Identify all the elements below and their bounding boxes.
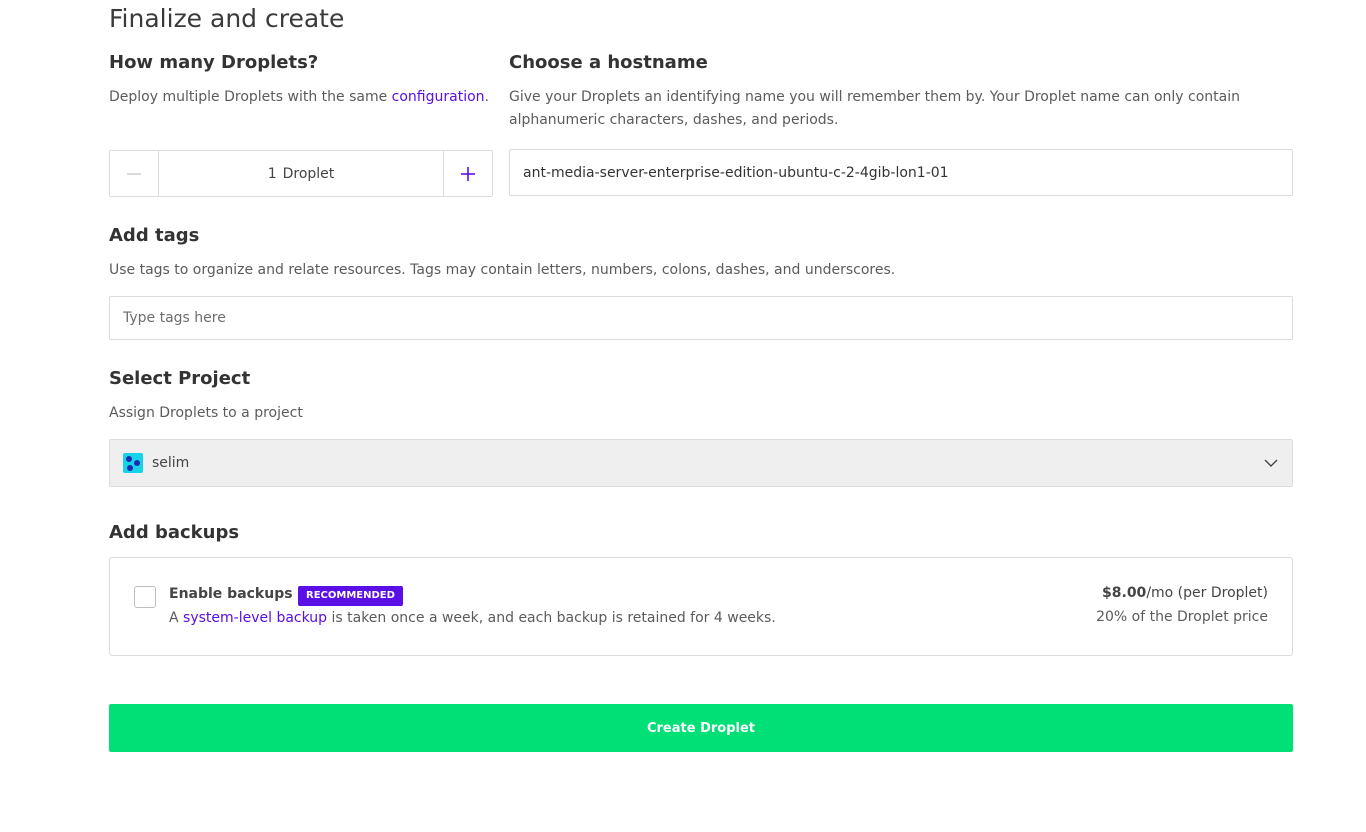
backups-desc-suffix: is taken once a week, and each backup is… xyxy=(327,610,776,626)
enable-backups-checkbox[interactable] xyxy=(134,586,156,608)
backup-price-note: 20% of the Droplet price xyxy=(1096,609,1268,625)
droplet-count-desc: Deploy multiple Droplets with the same c… xyxy=(109,86,493,109)
plus-icon xyxy=(461,166,475,181)
droplet-count-value[interactable]: 1 Droplet xyxy=(159,151,443,196)
backup-price-period: /mo (per Droplet) xyxy=(1146,585,1268,601)
increment-button[interactable] xyxy=(443,151,492,196)
system-level-backup-link[interactable]: system-level backup xyxy=(183,610,327,626)
configuration-link[interactable]: configuration xyxy=(392,89,485,105)
hostname-input[interactable] xyxy=(509,149,1293,196)
backups-title: Add backups xyxy=(109,522,240,543)
tags-desc: Use tags to organize and relate resource… xyxy=(109,262,896,278)
project-selected-value: selim xyxy=(152,455,190,471)
tags-input[interactable] xyxy=(109,296,1293,340)
recommended-badge: RECOMMENDED xyxy=(298,586,403,606)
project-icon xyxy=(123,453,143,473)
droplet-count-desc-text: Deploy multiple Droplets with the same xyxy=(109,89,392,105)
project-select[interactable]: selim xyxy=(109,439,1293,487)
enable-backups-label[interactable]: Enable backups xyxy=(169,586,293,602)
backup-price-amount: $8.00 xyxy=(1102,585,1147,601)
droplet-count-unit: Droplet xyxy=(282,165,335,182)
backups-card: Enable backups RECOMMENDED A system-leve… xyxy=(109,557,1293,656)
page-title: Finalize and create xyxy=(109,4,345,33)
project-title: Select Project xyxy=(109,368,251,389)
hostname-title: Choose a hostname xyxy=(509,52,708,73)
droplet-count-number: 1 xyxy=(267,165,277,182)
backups-desc-prefix: A xyxy=(169,610,184,626)
decrement-button[interactable] xyxy=(110,151,159,196)
backup-price: $8.00/mo (per Droplet) xyxy=(1102,585,1268,601)
tags-title: Add tags xyxy=(109,225,200,246)
droplet-count-stepper: 1 Droplet xyxy=(109,150,493,197)
chevron-down-icon xyxy=(1264,459,1278,467)
droplet-count-desc-suffix: . xyxy=(484,89,489,105)
hostname-desc: Give your Droplets an identifying name y… xyxy=(509,89,1240,128)
project-desc: Assign Droplets to a project xyxy=(109,405,303,421)
droplet-count-title: How many Droplets? xyxy=(109,52,319,73)
minus-icon xyxy=(127,172,141,175)
backups-desc: A system-level backup is taken once a we… xyxy=(169,610,776,626)
create-droplet-button[interactable]: Create Droplet xyxy=(109,704,1293,752)
